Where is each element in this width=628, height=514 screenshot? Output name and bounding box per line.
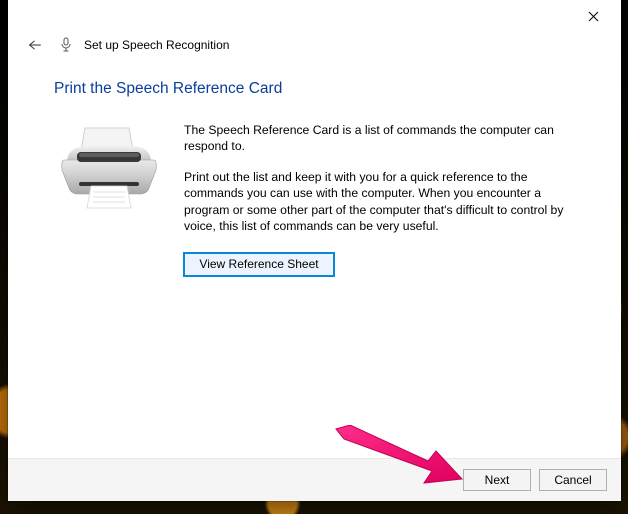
header: Set up Speech Recognition xyxy=(8,32,621,68)
cancel-button[interactable]: Cancel xyxy=(539,469,607,491)
printer-illustration xyxy=(54,122,164,217)
back-button[interactable] xyxy=(22,32,48,58)
next-button[interactable]: Next xyxy=(463,469,531,491)
printer-icon xyxy=(59,122,159,217)
close-icon xyxy=(588,11,599,22)
body-text: The Speech Reference Card is a list of c… xyxy=(184,122,585,276)
footer: Next Cancel xyxy=(8,458,621,501)
wizard-title: Set up Speech Recognition xyxy=(84,38,229,52)
back-arrow-icon xyxy=(28,38,42,52)
wizard-window: Set up Speech Recognition Print the Spee… xyxy=(8,0,621,501)
page-heading: Print the Speech Reference Card xyxy=(54,80,585,98)
microphone-icon xyxy=(58,36,74,54)
titlebar xyxy=(8,0,621,32)
paragraph-intro: The Speech Reference Card is a list of c… xyxy=(184,122,585,155)
paragraph-detail: Print out the list and keep it with you … xyxy=(184,169,585,235)
close-button[interactable] xyxy=(571,2,615,30)
view-reference-button[interactable]: View Reference Sheet xyxy=(184,253,334,276)
content-area: Print the Speech Reference Card xyxy=(8,68,621,458)
